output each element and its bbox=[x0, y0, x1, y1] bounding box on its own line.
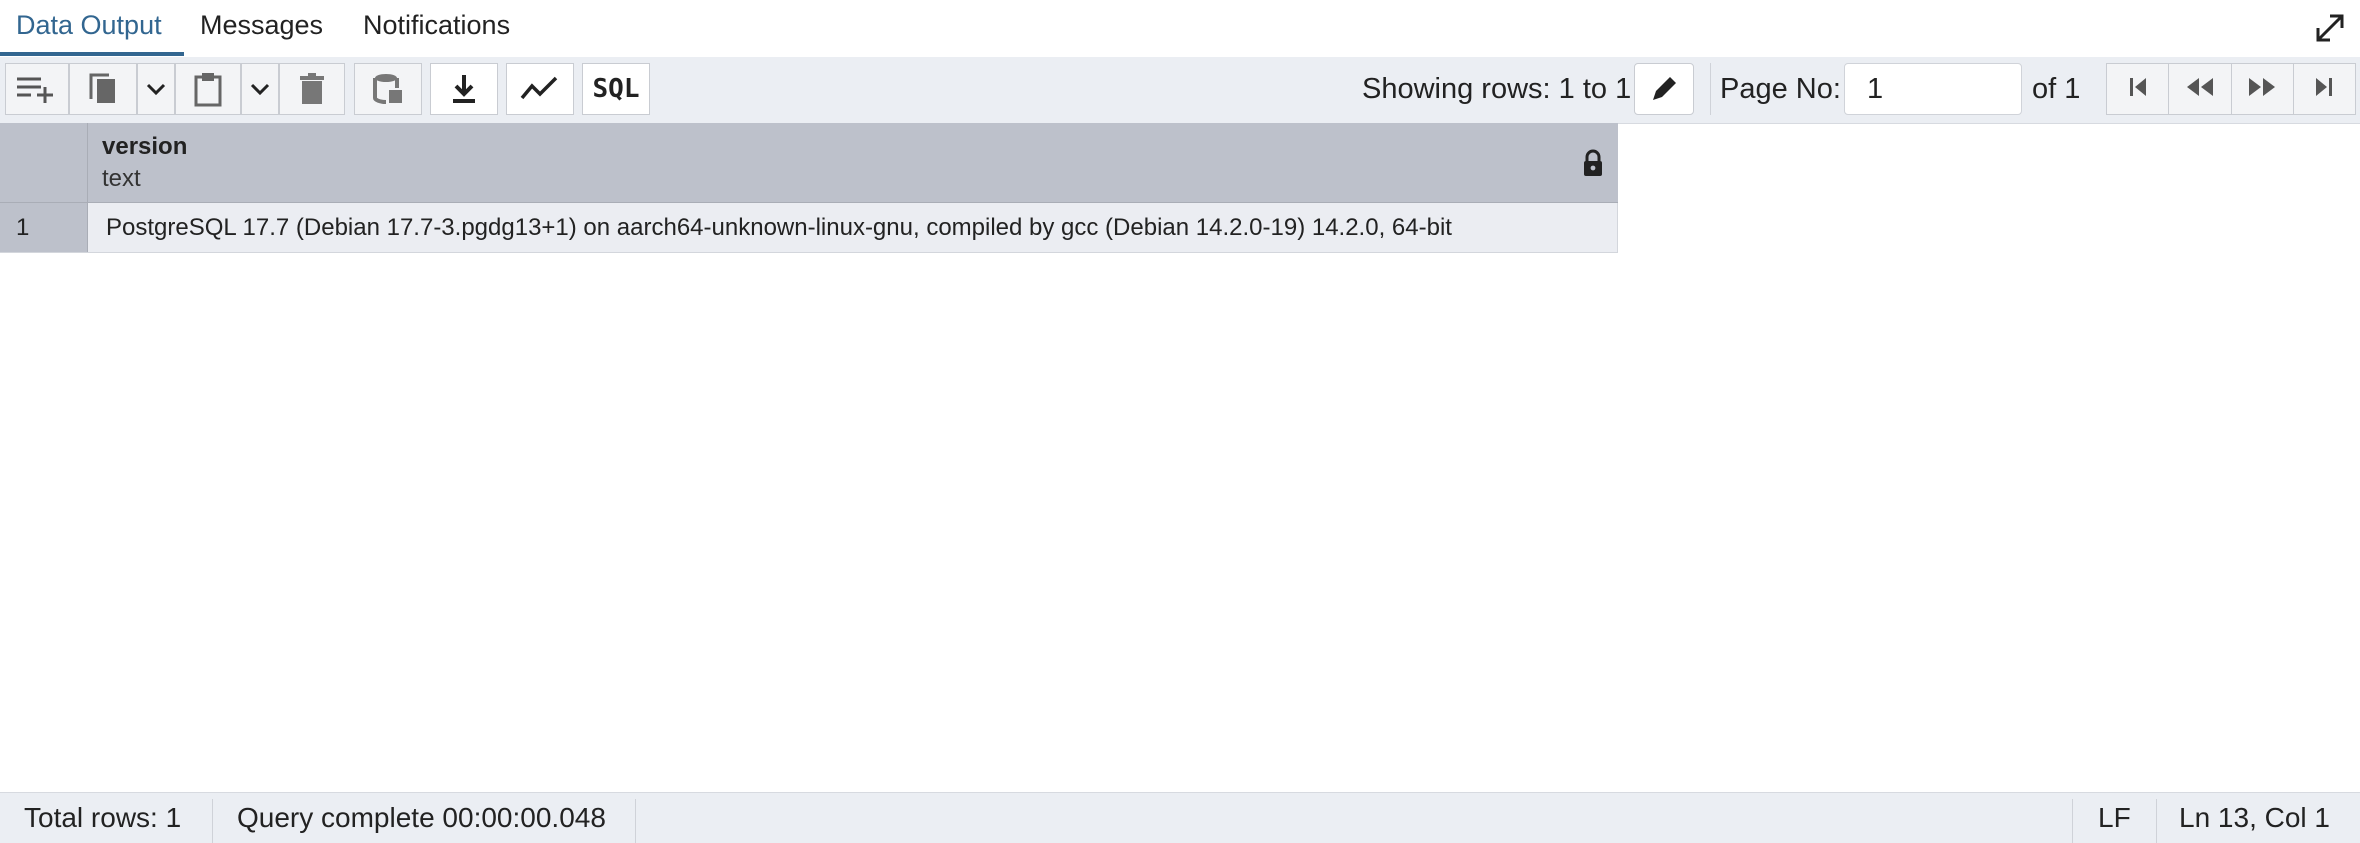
graph-visualiser-button[interactable] bbox=[506, 63, 574, 115]
delete-button[interactable] bbox=[279, 63, 345, 115]
divider bbox=[1710, 63, 1711, 115]
data-toolbar: SQL Showing rows: 1 to 1 Page No: 1 of 1 bbox=[0, 57, 2360, 124]
column-header-version[interactable]: version text bbox=[89, 123, 1618, 202]
table-cell[interactable]: PostgreSQL 17.7 (Debian 17.7-3.pgdg13+1)… bbox=[89, 203, 1618, 252]
select-all-cell[interactable] bbox=[0, 123, 88, 202]
column-name: version bbox=[102, 133, 188, 160]
maximize-icon[interactable] bbox=[2312, 10, 2348, 46]
pencil-icon bbox=[1649, 74, 1679, 104]
table-row[interactable]: 1 PostgreSQL 17.7 (Debian 17.7-3.pgdg13+… bbox=[0, 203, 1618, 253]
page-count-label: of 1 bbox=[2032, 73, 2081, 105]
copy-options-dropdown[interactable] bbox=[137, 63, 175, 115]
save-data-button[interactable] bbox=[354, 63, 422, 115]
edit-page-size-button[interactable] bbox=[1634, 63, 1694, 115]
row-number[interactable]: 1 bbox=[0, 203, 88, 252]
last-page-icon bbox=[2311, 76, 2337, 103]
sql-button[interactable]: SQL bbox=[582, 63, 650, 115]
column-type: text bbox=[102, 165, 141, 192]
pagination-controls bbox=[2106, 63, 2356, 115]
download-icon bbox=[450, 73, 478, 105]
divider bbox=[2072, 799, 2073, 843]
active-tab-indicator bbox=[0, 52, 184, 56]
status-bar: Total rows: 1 Query complete 00:00:00.04… bbox=[0, 792, 2360, 843]
paste-button[interactable] bbox=[175, 63, 241, 115]
divider bbox=[2156, 799, 2157, 843]
paste-options-dropdown[interactable] bbox=[241, 63, 279, 115]
copy-icon bbox=[87, 71, 119, 107]
divider bbox=[635, 799, 636, 843]
lock-icon bbox=[1582, 149, 1604, 182]
paste-icon bbox=[193, 71, 223, 107]
cursor-position-status: Ln 13, Col 1 bbox=[2179, 802, 2330, 833]
tab-messages[interactable]: Messages bbox=[200, 0, 323, 57]
download-button[interactable] bbox=[430, 63, 498, 115]
add-row-button[interactable] bbox=[5, 63, 69, 115]
save-data-icon bbox=[372, 72, 404, 106]
divider bbox=[212, 799, 213, 843]
grid-header-row: version text bbox=[0, 123, 1618, 203]
add-row-icon bbox=[15, 73, 59, 105]
line-ending-status: LF bbox=[2098, 802, 2131, 833]
total-rows-status: Total rows: 1 bbox=[24, 802, 182, 833]
rewind-icon bbox=[2183, 76, 2217, 103]
chevron-down-icon bbox=[250, 82, 270, 96]
fast-forward-icon bbox=[2245, 76, 2279, 103]
page-no-label: Page No: bbox=[1720, 73, 1841, 105]
showing-rows-label: Showing rows: 1 to 1 bbox=[1362, 73, 1632, 105]
page-number-input[interactable]: 1 bbox=[1844, 63, 2022, 115]
first-page-icon bbox=[2125, 76, 2151, 103]
graph-icon bbox=[520, 76, 560, 102]
chevron-down-icon bbox=[146, 82, 166, 96]
next-page-button[interactable] bbox=[2232, 64, 2294, 114]
last-page-button[interactable] bbox=[2294, 64, 2355, 114]
query-complete-status: Query complete 00:00:00.048 bbox=[237, 802, 606, 833]
tab-data-output[interactable]: Data Output bbox=[16, 0, 162, 57]
previous-page-button[interactable] bbox=[2169, 64, 2232, 114]
copy-button[interactable] bbox=[69, 63, 137, 115]
results-tab-bar: Data Output Messages Notifications bbox=[0, 0, 2360, 58]
tab-notifications[interactable]: Notifications bbox=[363, 0, 510, 57]
delete-icon bbox=[299, 73, 325, 105]
first-page-button[interactable] bbox=[2107, 64, 2170, 114]
